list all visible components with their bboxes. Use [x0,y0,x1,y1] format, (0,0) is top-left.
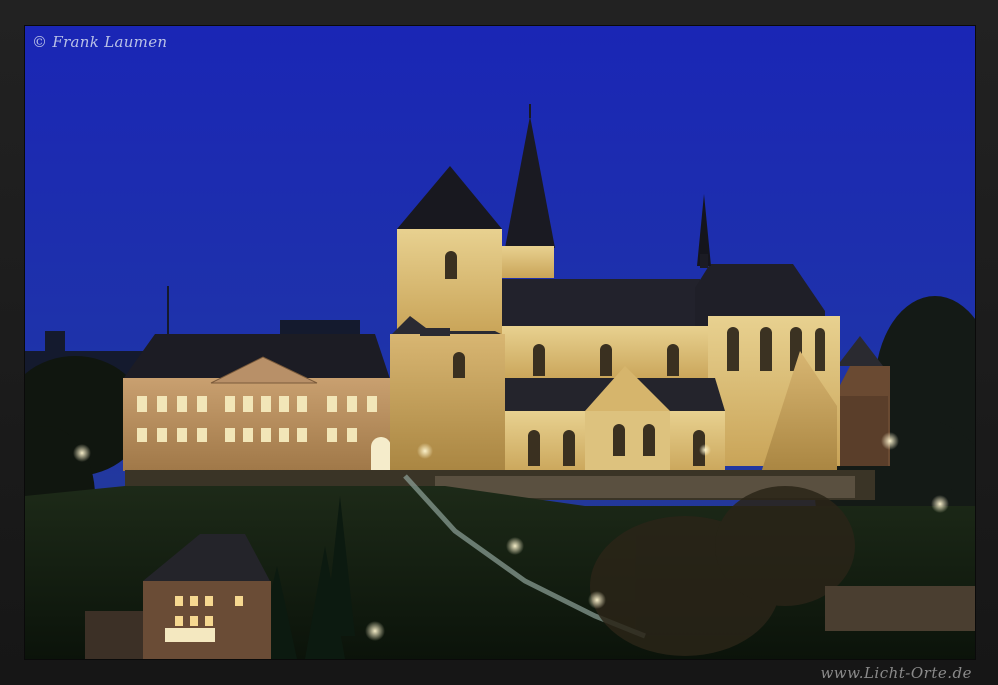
copyright-watermark: © Frank Laumen [32,33,168,51]
website-watermark: www.Licht-Orte.de [820,664,972,682]
scene-illustration [25,26,975,659]
old-wall [825,586,975,631]
palace-building [123,334,391,471]
night-church-photo [25,26,975,659]
church-nave [500,279,710,381]
